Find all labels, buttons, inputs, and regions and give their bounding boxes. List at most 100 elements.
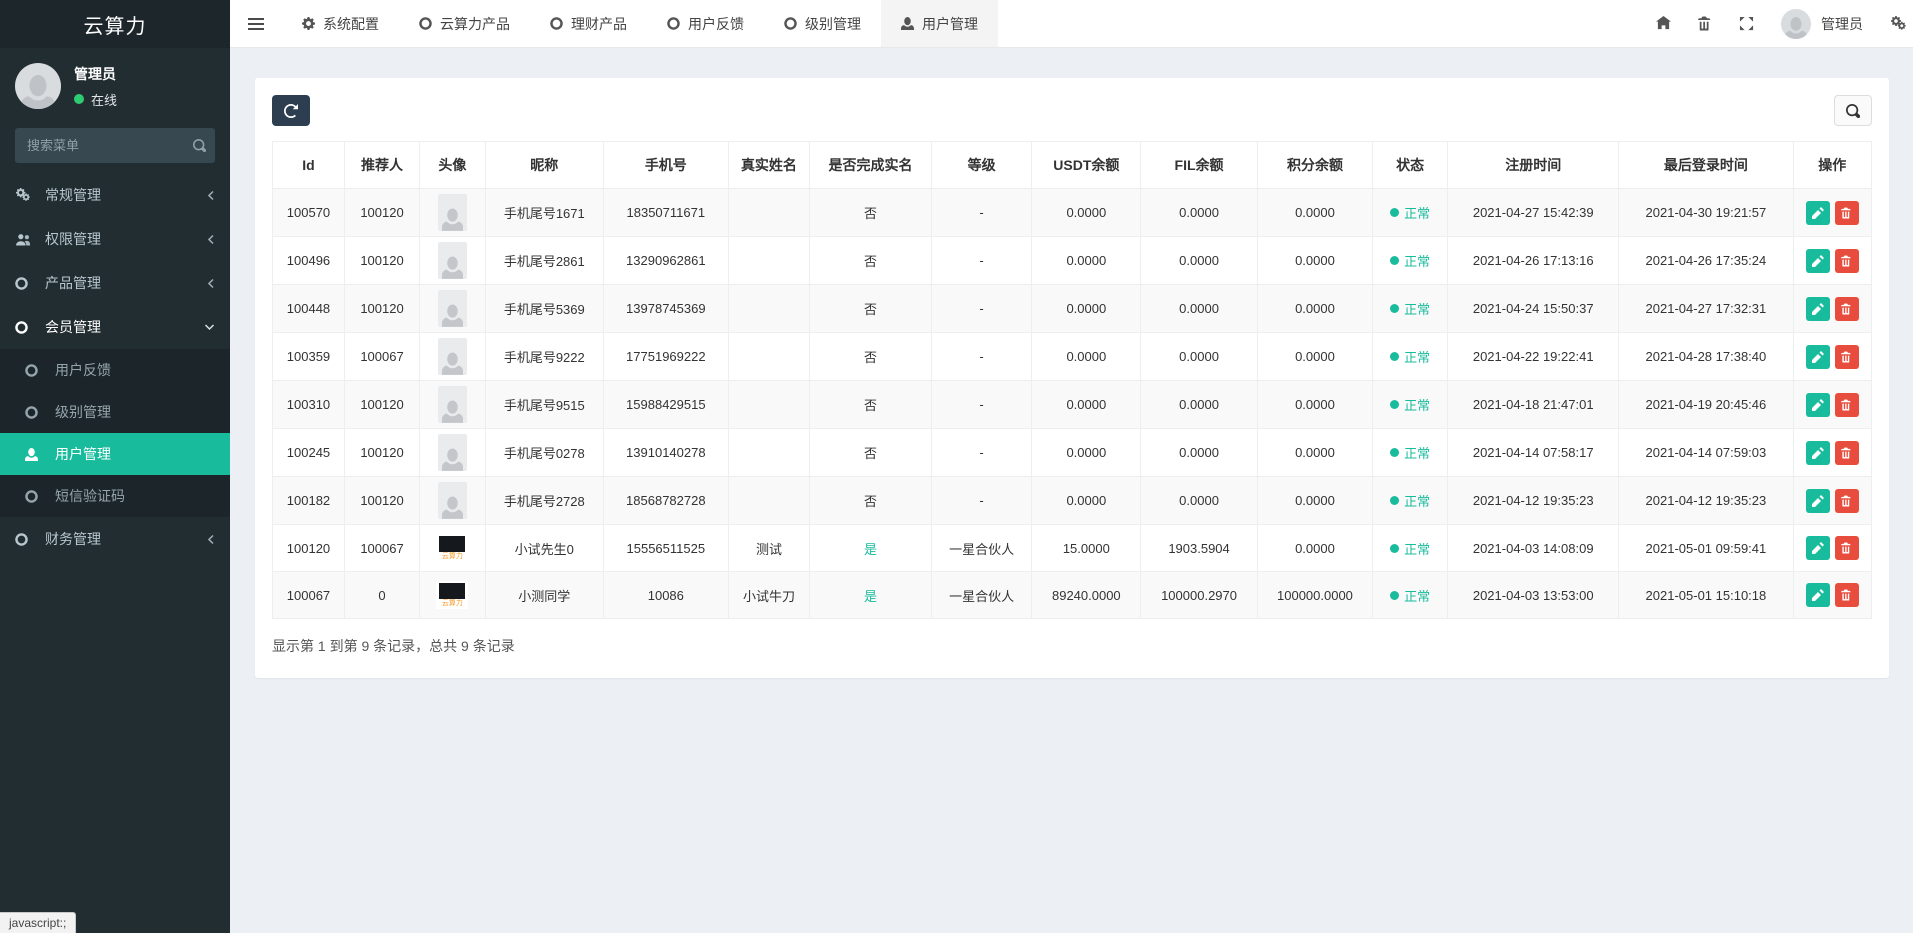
sidebar-item-label: 权限管理	[45, 229, 101, 249]
table-search-button[interactable]	[1834, 95, 1872, 126]
sidebar-item-member[interactable]: 会员管理	[0, 305, 230, 349]
navbar-user-menu[interactable]: 管理员	[1781, 9, 1863, 39]
cell-phone: 13910140278	[603, 429, 728, 477]
edit-button[interactable]	[1806, 201, 1830, 225]
cell-id: 100496	[273, 237, 345, 285]
circle-icon	[25, 364, 48, 377]
cell-phone: 15988429515	[603, 381, 728, 429]
tab-user-feedback[interactable]: 用户反馈	[647, 0, 764, 47]
cell-id: 100245	[273, 429, 345, 477]
status-label: 正常	[1404, 443, 1430, 462]
cell-verified: 否	[810, 285, 932, 333]
cell-phone: 18568782728	[603, 477, 728, 525]
cell-actions	[1793, 525, 1871, 572]
cell-referrer: 100120	[344, 477, 419, 525]
cell-referrer: 100120	[344, 237, 419, 285]
tab-finance-product[interactable]: 理财产品	[530, 0, 647, 47]
avatar-placeholder	[438, 386, 467, 423]
cell-usdt: 0.0000	[1032, 477, 1141, 525]
cell-regtime: 2021-04-12 19:35:23	[1448, 477, 1619, 525]
edit-button[interactable]	[1806, 441, 1830, 465]
delete-button[interactable]	[1835, 201, 1859, 225]
status-badge: 正常	[1390, 251, 1430, 270]
content-area: Id推荐人头像昵称手机号真实姓名是否完成实名等级USDT余额FIL余额积分余额状…	[230, 48, 1913, 933]
fullscreen-icon[interactable]	[1739, 16, 1754, 31]
delete-button[interactable]	[1835, 536, 1859, 560]
avatar-placeholder	[438, 194, 467, 231]
cell-nickname: 手机尾号0278	[485, 429, 603, 477]
trash-icon[interactable]	[1698, 16, 1712, 31]
edit-button[interactable]	[1806, 249, 1830, 273]
delete-button[interactable]	[1835, 441, 1859, 465]
cell-phone: 10086	[603, 572, 728, 619]
sidebar-item-auth[interactable]: 权限管理	[0, 217, 230, 261]
tab-label: 理财产品	[571, 14, 627, 34]
delete-button[interactable]	[1835, 583, 1859, 607]
avatar-placeholder	[438, 434, 467, 471]
avatar-photo-label: 云算力	[438, 552, 466, 561]
column-header: 等级	[931, 142, 1032, 189]
cell-phone: 17751969222	[603, 333, 728, 381]
sidebar-item-label: 级别管理	[55, 402, 111, 422]
sidebar-item-general[interactable]: 常规管理	[0, 173, 230, 217]
status-badge: 正常	[1390, 347, 1430, 366]
edit-button[interactable]	[1806, 345, 1830, 369]
cell-phone: 15556511525	[603, 525, 728, 572]
edit-button[interactable]	[1806, 297, 1830, 321]
column-header: Id	[273, 142, 345, 189]
tab-level[interactable]: 级别管理	[764, 0, 881, 47]
tab-cloud-product[interactable]: 云算力产品	[399, 0, 530, 47]
delete-button[interactable]	[1835, 297, 1859, 321]
cell-nickname: 小测同学	[485, 572, 603, 619]
circle-icon	[15, 533, 38, 546]
home-icon[interactable]	[1656, 16, 1671, 31]
edit-button[interactable]	[1806, 583, 1830, 607]
cell-usdt: 0.0000	[1032, 237, 1141, 285]
edit-button[interactable]	[1806, 393, 1830, 417]
delete-button[interactable]	[1835, 489, 1859, 513]
sidebar-item-user[interactable]: 用户管理	[0, 433, 230, 475]
sidebar-item-product[interactable]: 产品管理	[0, 261, 230, 305]
avatar-placeholder	[438, 338, 467, 375]
sidebar-item-finance[interactable]: 财务管理	[0, 517, 230, 561]
cell-avatar: 云算力	[420, 525, 486, 572]
refresh-button[interactable]	[272, 95, 310, 126]
cell-usdt: 89240.0000	[1032, 572, 1141, 619]
cell-points: 0.0000	[1257, 477, 1372, 525]
hamburger-icon[interactable]	[230, 0, 282, 47]
cell-nickname: 手机尾号9222	[485, 333, 603, 381]
edit-button[interactable]	[1806, 489, 1830, 513]
edit-button[interactable]	[1806, 536, 1830, 560]
cell-lastlogin: 2021-05-01 09:59:41	[1619, 525, 1793, 572]
cell-actions	[1793, 237, 1871, 285]
tab-system-config[interactable]: 系统配置	[282, 0, 399, 47]
sidebar-item-label: 用户反馈	[55, 360, 111, 380]
status-badge: 正常	[1390, 491, 1430, 510]
delete-button[interactable]	[1835, 345, 1859, 369]
table-row: 100245100120手机尾号027813910140278否-0.00000…	[273, 429, 1872, 477]
cell-usdt: 0.0000	[1032, 333, 1141, 381]
cell-level: -	[931, 333, 1032, 381]
delete-button[interactable]	[1835, 249, 1859, 273]
circle-icon	[667, 17, 680, 30]
cell-avatar: 云算力	[420, 572, 486, 619]
navbar-avatar	[1781, 9, 1811, 39]
sidebar-search-button[interactable]	[183, 128, 215, 163]
delete-button[interactable]	[1835, 393, 1859, 417]
cell-verified: 是	[810, 572, 932, 619]
avatar	[15, 63, 61, 109]
settings-gears-icon[interactable]	[1890, 16, 1907, 31]
sidebar-item-label: 短信验证码	[55, 486, 125, 506]
chevron-down-icon	[204, 323, 215, 331]
search-icon	[193, 139, 206, 152]
cell-usdt: 0.0000	[1032, 285, 1141, 333]
cell-realname	[728, 429, 810, 477]
tab-user[interactable]: 用户管理	[881, 0, 998, 47]
cell-regtime: 2021-04-24 15:50:37	[1448, 285, 1619, 333]
sidebar-item-level[interactable]: 级别管理	[0, 391, 230, 433]
cell-status: 正常	[1373, 333, 1448, 381]
cell-nickname: 手机尾号2861	[485, 237, 603, 285]
sidebar-item-user-feedback[interactable]: 用户反馈	[0, 349, 230, 391]
sidebar-user-status: 在线	[74, 90, 117, 109]
sidebar-item-sms-code[interactable]: 短信验证码	[0, 475, 230, 517]
